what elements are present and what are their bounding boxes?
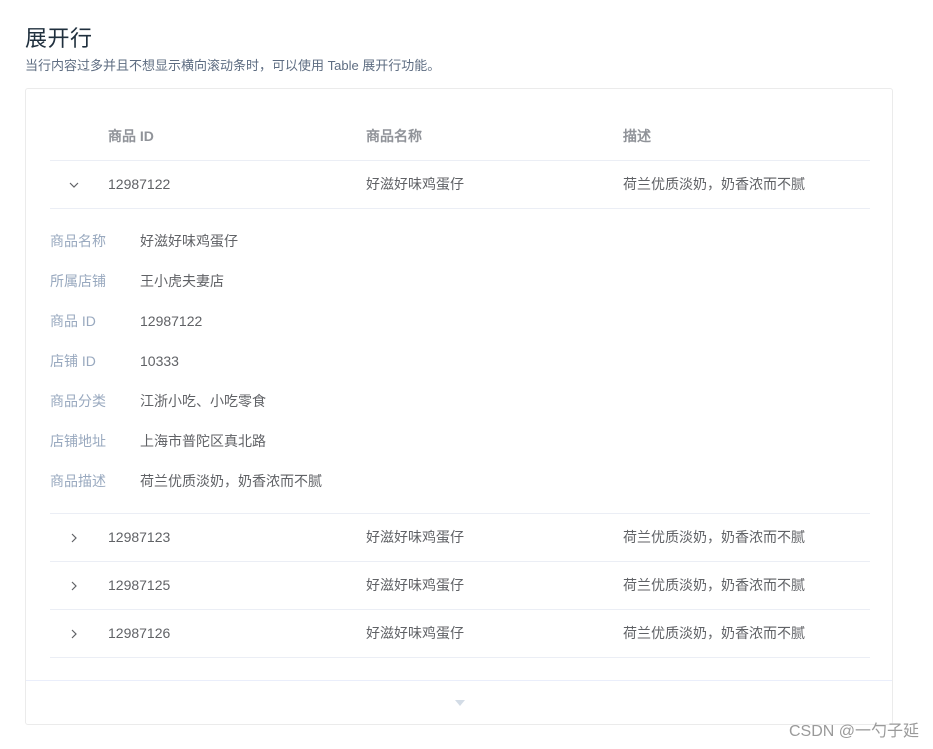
chevron-right-icon[interactable] [64,514,84,561]
cell-desc: 荷兰优质淡奶，奶香浓而不腻 [623,176,805,192]
chevron-down-icon[interactable] [64,161,84,208]
cell-id: 12987126 [108,625,171,641]
cell-name: 好滋好味鸡蛋仔 [366,529,464,545]
expanded-detail: 商品名称 好滋好味鸡蛋仔 所属店铺 王小虎夫妻店 商品 ID 12987122 … [50,209,870,514]
detail-label: 商品描述 [50,473,106,489]
cell-desc: 荷兰优质淡奶，奶香浓而不腻 [623,529,805,545]
detail-value: 10333 [140,353,179,369]
detail-value: 江浙小吃、小吃零食 [140,393,266,409]
cell-id: 12987123 [108,529,171,545]
table-row[interactable]: 12987126 好滋好味鸡蛋仔 荷兰优质淡奶，奶香浓而不腻 [50,610,870,658]
cell-id: 12987122 [108,176,171,192]
table-header: 商品 ID 商品名称 描述 [50,113,870,161]
header-cell-name: 商品名称 [366,128,422,144]
detail-label: 商品分类 [50,393,106,409]
detail-label: 商品 ID [50,313,96,329]
detail-value: 荷兰优质淡奶，奶香浓而不腻 [140,473,322,489]
cell-name: 好滋好味鸡蛋仔 [366,577,464,593]
cell-id: 12987125 [108,577,171,593]
detail-label: 店铺地址 [50,433,106,449]
header-cell-id: 商品 ID [108,128,154,144]
table-row[interactable]: 12987125 好滋好味鸡蛋仔 荷兰优质淡奶，奶香浓而不腻 [50,562,870,610]
page-title: 展开行 [25,25,93,51]
detail-value: 12987122 [140,313,203,329]
detail-value: 上海市普陀区真北路 [140,433,266,449]
table-row[interactable]: 12987122 好滋好味鸡蛋仔 荷兰优质淡奶，奶香浓而不腻 [50,161,870,209]
detail-label: 店铺 ID [50,353,96,369]
cell-desc: 荷兰优质淡奶，奶香浓而不腻 [623,577,805,593]
cell-desc: 荷兰优质淡奶，奶香浓而不腻 [623,625,805,641]
page-description: 当行内容过多并且不想显示横向滚动条时，可以使用 Table 展开行功能。 [25,58,441,73]
expandable-table: 商品 ID 商品名称 描述 12987122 好滋好味鸡蛋仔 荷兰优质淡奶，奶香… [50,113,870,658]
demo-block: 商品 ID 商品名称 描述 12987122 好滋好味鸡蛋仔 荷兰优质淡奶，奶香… [25,88,893,725]
watermark: CSDN @一勺子延 [788,723,919,740]
detail-label: 所属店铺 [50,273,106,289]
detail-value: 王小虎夫妻店 [140,273,224,289]
cell-name: 好滋好味鸡蛋仔 [366,625,464,641]
detail-label: 商品名称 [50,233,106,249]
detail-value: 好滋好味鸡蛋仔 [140,233,238,249]
caret-down-icon [455,700,465,706]
chevron-right-icon[interactable] [64,610,84,657]
chevron-right-icon[interactable] [64,562,84,609]
table-row[interactable]: 12987123 好滋好味鸡蛋仔 荷兰优质淡奶，奶香浓而不腻 [50,514,870,562]
cell-name: 好滋好味鸡蛋仔 [366,176,464,192]
header-cell-desc: 描述 [623,128,651,144]
show-code-toggle[interactable] [26,680,892,724]
